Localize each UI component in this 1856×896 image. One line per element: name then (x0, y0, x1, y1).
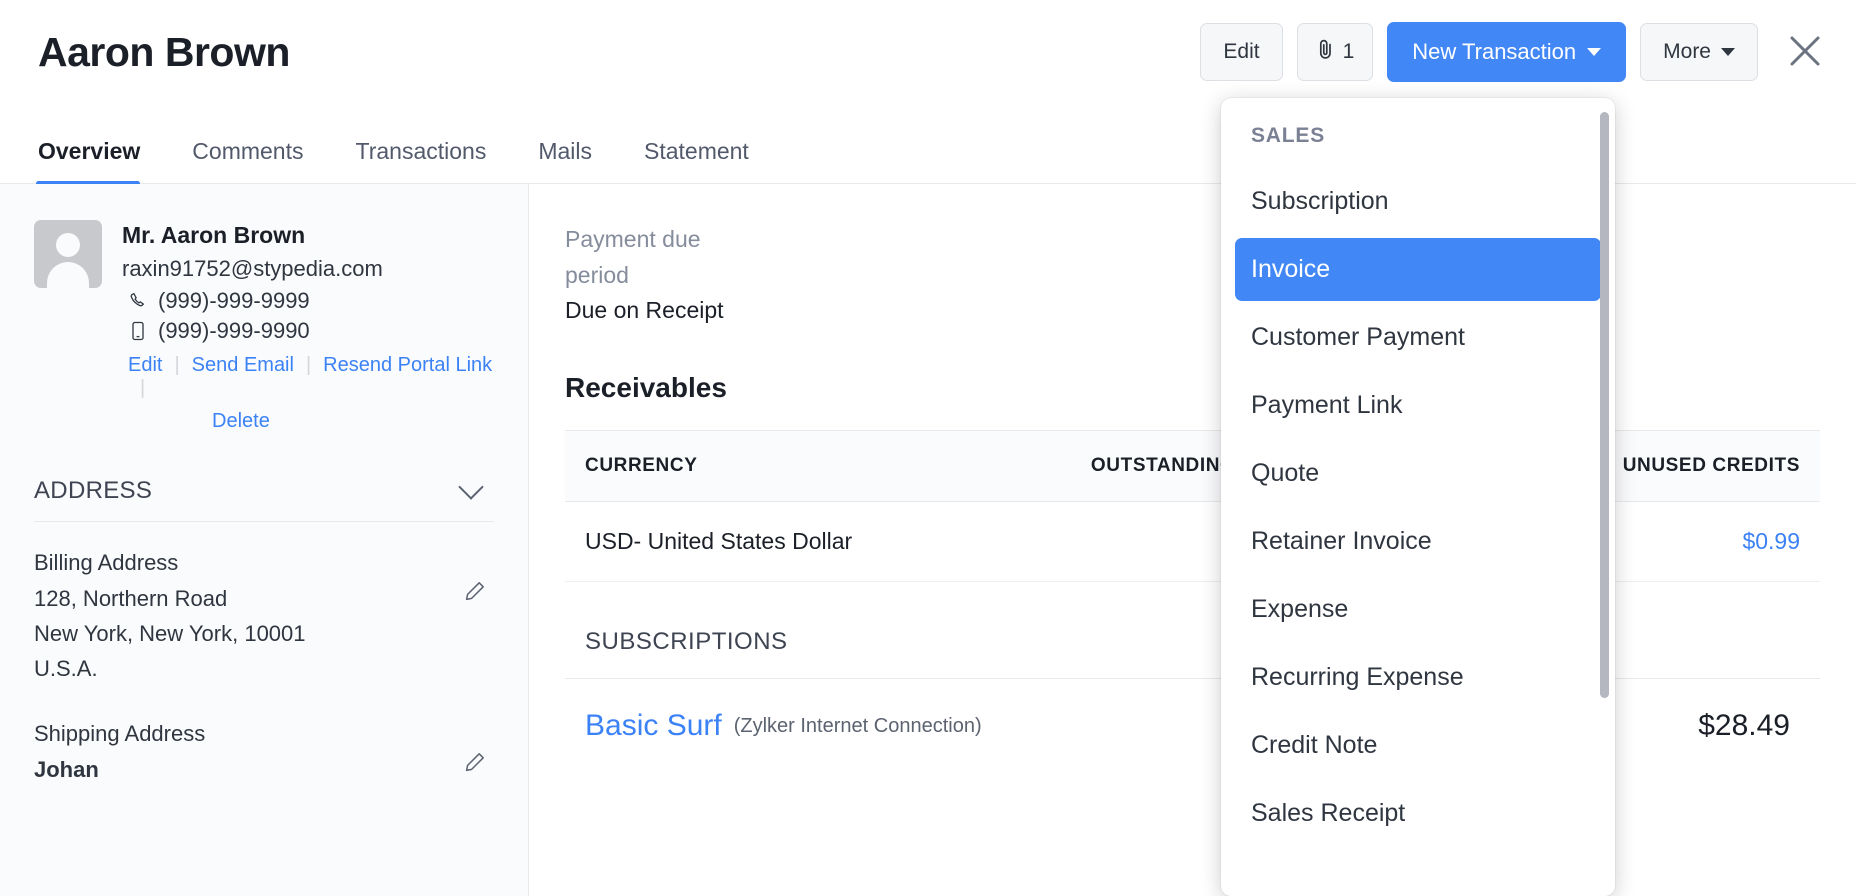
payment-due-label: Payment due period (565, 226, 701, 288)
link-delete[interactable]: Delete (212, 410, 270, 432)
divider: | (174, 354, 180, 376)
close-button[interactable] (1778, 25, 1832, 79)
page-title: Aaron Brown (38, 28, 290, 75)
contact-phone-row: (999)-999-9999 (122, 288, 494, 314)
contact-card: Mr. Aaron Brown raxin91752@stypedia.com … (34, 220, 494, 433)
avatar (34, 220, 102, 288)
subscription-detail: (Zylker Internet Connection) (733, 714, 982, 737)
billing-address-line3: U.S.A. (34, 656, 98, 682)
attachment-count: 1 (1342, 40, 1355, 63)
chevron-down-icon (1587, 48, 1602, 56)
close-icon (1786, 32, 1824, 73)
table-header-row: CURRENCY OUTSTANDING RECEIVABLES UNUSED … (565, 430, 1820, 503)
menu-item-payment-link[interactable]: Payment Link (1235, 374, 1601, 437)
dropdown-scrollbar[interactable] (1600, 112, 1609, 698)
payment-due-value: Due on Receipt (565, 297, 724, 324)
new-transaction-button[interactable]: New Transaction (1387, 22, 1627, 82)
menu-item-credit-note[interactable]: Credit Note (1235, 714, 1601, 777)
attachments-button[interactable]: 1 (1296, 23, 1374, 81)
phone-icon (128, 292, 148, 310)
subscriptions-title: SUBSCRIPTIONS (565, 628, 1820, 680)
chevron-down-icon[interactable] (458, 474, 484, 500)
menu-item-expense[interactable]: Expense (1235, 578, 1601, 641)
cell-currency: USD- United States Dollar (565, 501, 984, 583)
new-transaction-dropdown-menu: SALES Subscription Invoice Customer Paym… (1221, 98, 1615, 896)
menu-item-invoice[interactable]: Invoice (1235, 238, 1601, 301)
shipping-address-block: Shipping Address Johan (34, 721, 494, 787)
link-resend-portal-link[interactable]: Resend Portal Link (323, 354, 492, 377)
contact-mobile-row: (999)-999-9990 (122, 318, 494, 344)
billing-address-line2: New York, New York, 10001 (34, 621, 306, 647)
dropdown-list: SALES Subscription Invoice Customer Paym… (1221, 98, 1615, 845)
tab-mails[interactable]: Mails (538, 138, 618, 183)
new-transaction-label: New Transaction (1412, 39, 1577, 64)
subscription-row: Basic Surf (Zylker Internet Connection) … (565, 679, 1820, 743)
tab-transactions[interactable]: Transactions (356, 138, 513, 183)
payment-terms-block: Payment due period Due on Receipt Receiv… (529, 222, 1856, 404)
contact-delete-row: Delete (122, 410, 494, 433)
tab-overview[interactable]: Overview (35, 138, 166, 186)
edit-button[interactable]: Edit (1200, 23, 1283, 81)
contact-name: Mr. Aaron Brown (122, 222, 306, 248)
subscription-price: $28.49 (1698, 709, 1790, 743)
page-header: Aaron Brown Edit 1 New Transaction More (0, 0, 1856, 104)
link-send-email[interactable]: Send Email (192, 354, 294, 377)
menu-item-quote[interactable]: Quote (1235, 442, 1601, 505)
mobile-icon (128, 321, 148, 341)
contact-sidebar: Mr. Aaron Brown raxin91752@stypedia.com … (0, 184, 529, 896)
billing-address-line1: 128, Northern Road (34, 586, 228, 611)
customer-detail-page: Aaron Brown Edit 1 New Transaction More (0, 0, 1856, 896)
contact-details: Mr. Aaron Brown raxin91752@stypedia.com … (122, 220, 494, 433)
dropdown-group-label-sales: SALES (1251, 124, 1326, 147)
unused-credits-amount[interactable]: $0.99 (1742, 528, 1800, 554)
more-button[interactable]: More (1640, 23, 1758, 81)
menu-item-retainer-invoice[interactable]: Retainer Invoice (1235, 510, 1601, 573)
more-label: More (1663, 40, 1711, 63)
paperclip-icon (1316, 38, 1336, 66)
shipping-address-line1: Johan (34, 756, 99, 782)
contact-phone: (999)-999-9999 (158, 288, 310, 313)
tab-statement[interactable]: Statement (644, 138, 775, 183)
tab-comments[interactable]: Comments (192, 138, 329, 183)
divider (34, 521, 494, 522)
receivables-table-wrap: CURRENCY OUTSTANDING RECEIVABLES UNUSED … (529, 430, 1856, 743)
chevron-down-icon (1721, 48, 1735, 56)
billing-address-block: Billing Address 128, Northern Road New Y… (34, 550, 494, 687)
divider: | (140, 377, 146, 399)
link-edit[interactable]: Edit (128, 354, 162, 377)
subscription-name[interactable]: Basic Surf (585, 709, 722, 743)
contact-email: raxin91752@stypedia.com (122, 256, 383, 281)
edit-billing-address-icon[interactable] (464, 580, 486, 607)
menu-item-subscription[interactable]: Subscription (1235, 170, 1601, 233)
address-section-title: ADDRESS (34, 477, 153, 504)
column-currency: CURRENCY (565, 430, 984, 503)
menu-item-sales-receipt[interactable]: Sales Receipt (1235, 782, 1601, 845)
divider: | (305, 354, 312, 376)
contact-action-links: Edit | Send Email | Resend Portal Link | (122, 354, 494, 400)
menu-item-customer-payment[interactable]: Customer Payment (1235, 306, 1601, 369)
receivables-table: CURRENCY OUTSTANDING RECEIVABLES UNUSED … (565, 430, 1820, 583)
edit-shipping-address-icon[interactable] (464, 751, 486, 778)
receivables-title: Receivables (565, 372, 727, 404)
address-section-header[interactable]: ADDRESS (34, 474, 494, 521)
header-actions: Edit 1 New Transaction More (1200, 22, 1832, 82)
menu-item-recurring-expense[interactable]: Recurring Expense (1235, 646, 1601, 709)
overview-panel: Payment due period Due on Receipt Receiv… (529, 184, 1856, 896)
billing-address-label: Billing Address (34, 550, 179, 575)
shipping-address-label: Shipping Address (34, 720, 206, 746)
table-row: USD- United States Dollar $1,139.99 $0.9… (565, 501, 1820, 583)
contact-mobile: (999)-999-9990 (158, 318, 310, 343)
